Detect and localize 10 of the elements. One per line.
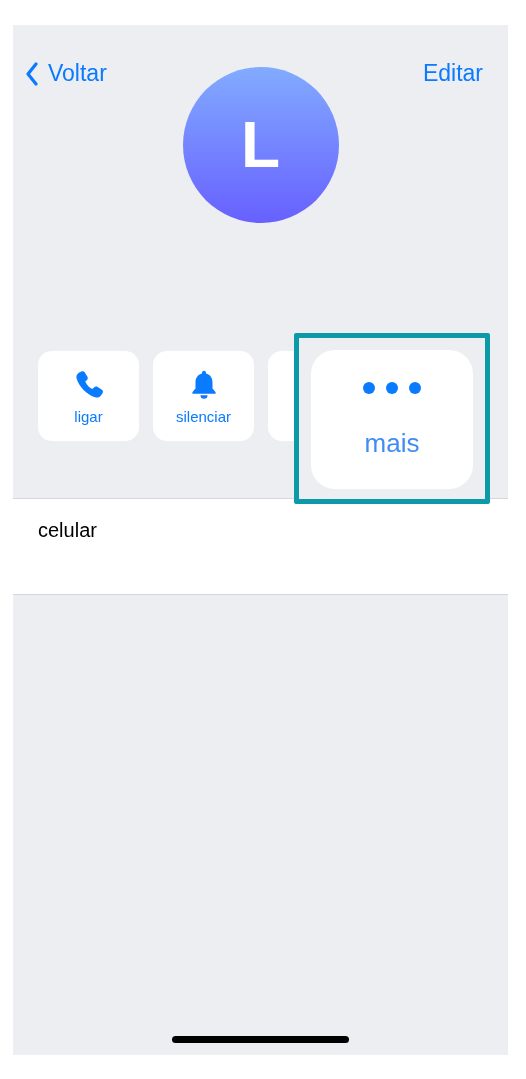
back-button[interactable]: Voltar [25,60,107,87]
more-button[interactable]: mais [311,350,473,489]
action-button[interactable] [268,351,294,441]
more-icon [362,380,422,396]
field-label: celular [38,519,97,541]
action-button[interactable]: ligar [38,351,139,441]
back-chevron-icon [25,61,39,86]
edit-button[interactable]: Editar [422,60,483,87]
avatar: L [182,67,339,223]
action-button[interactable]: silenciar [153,351,254,441]
